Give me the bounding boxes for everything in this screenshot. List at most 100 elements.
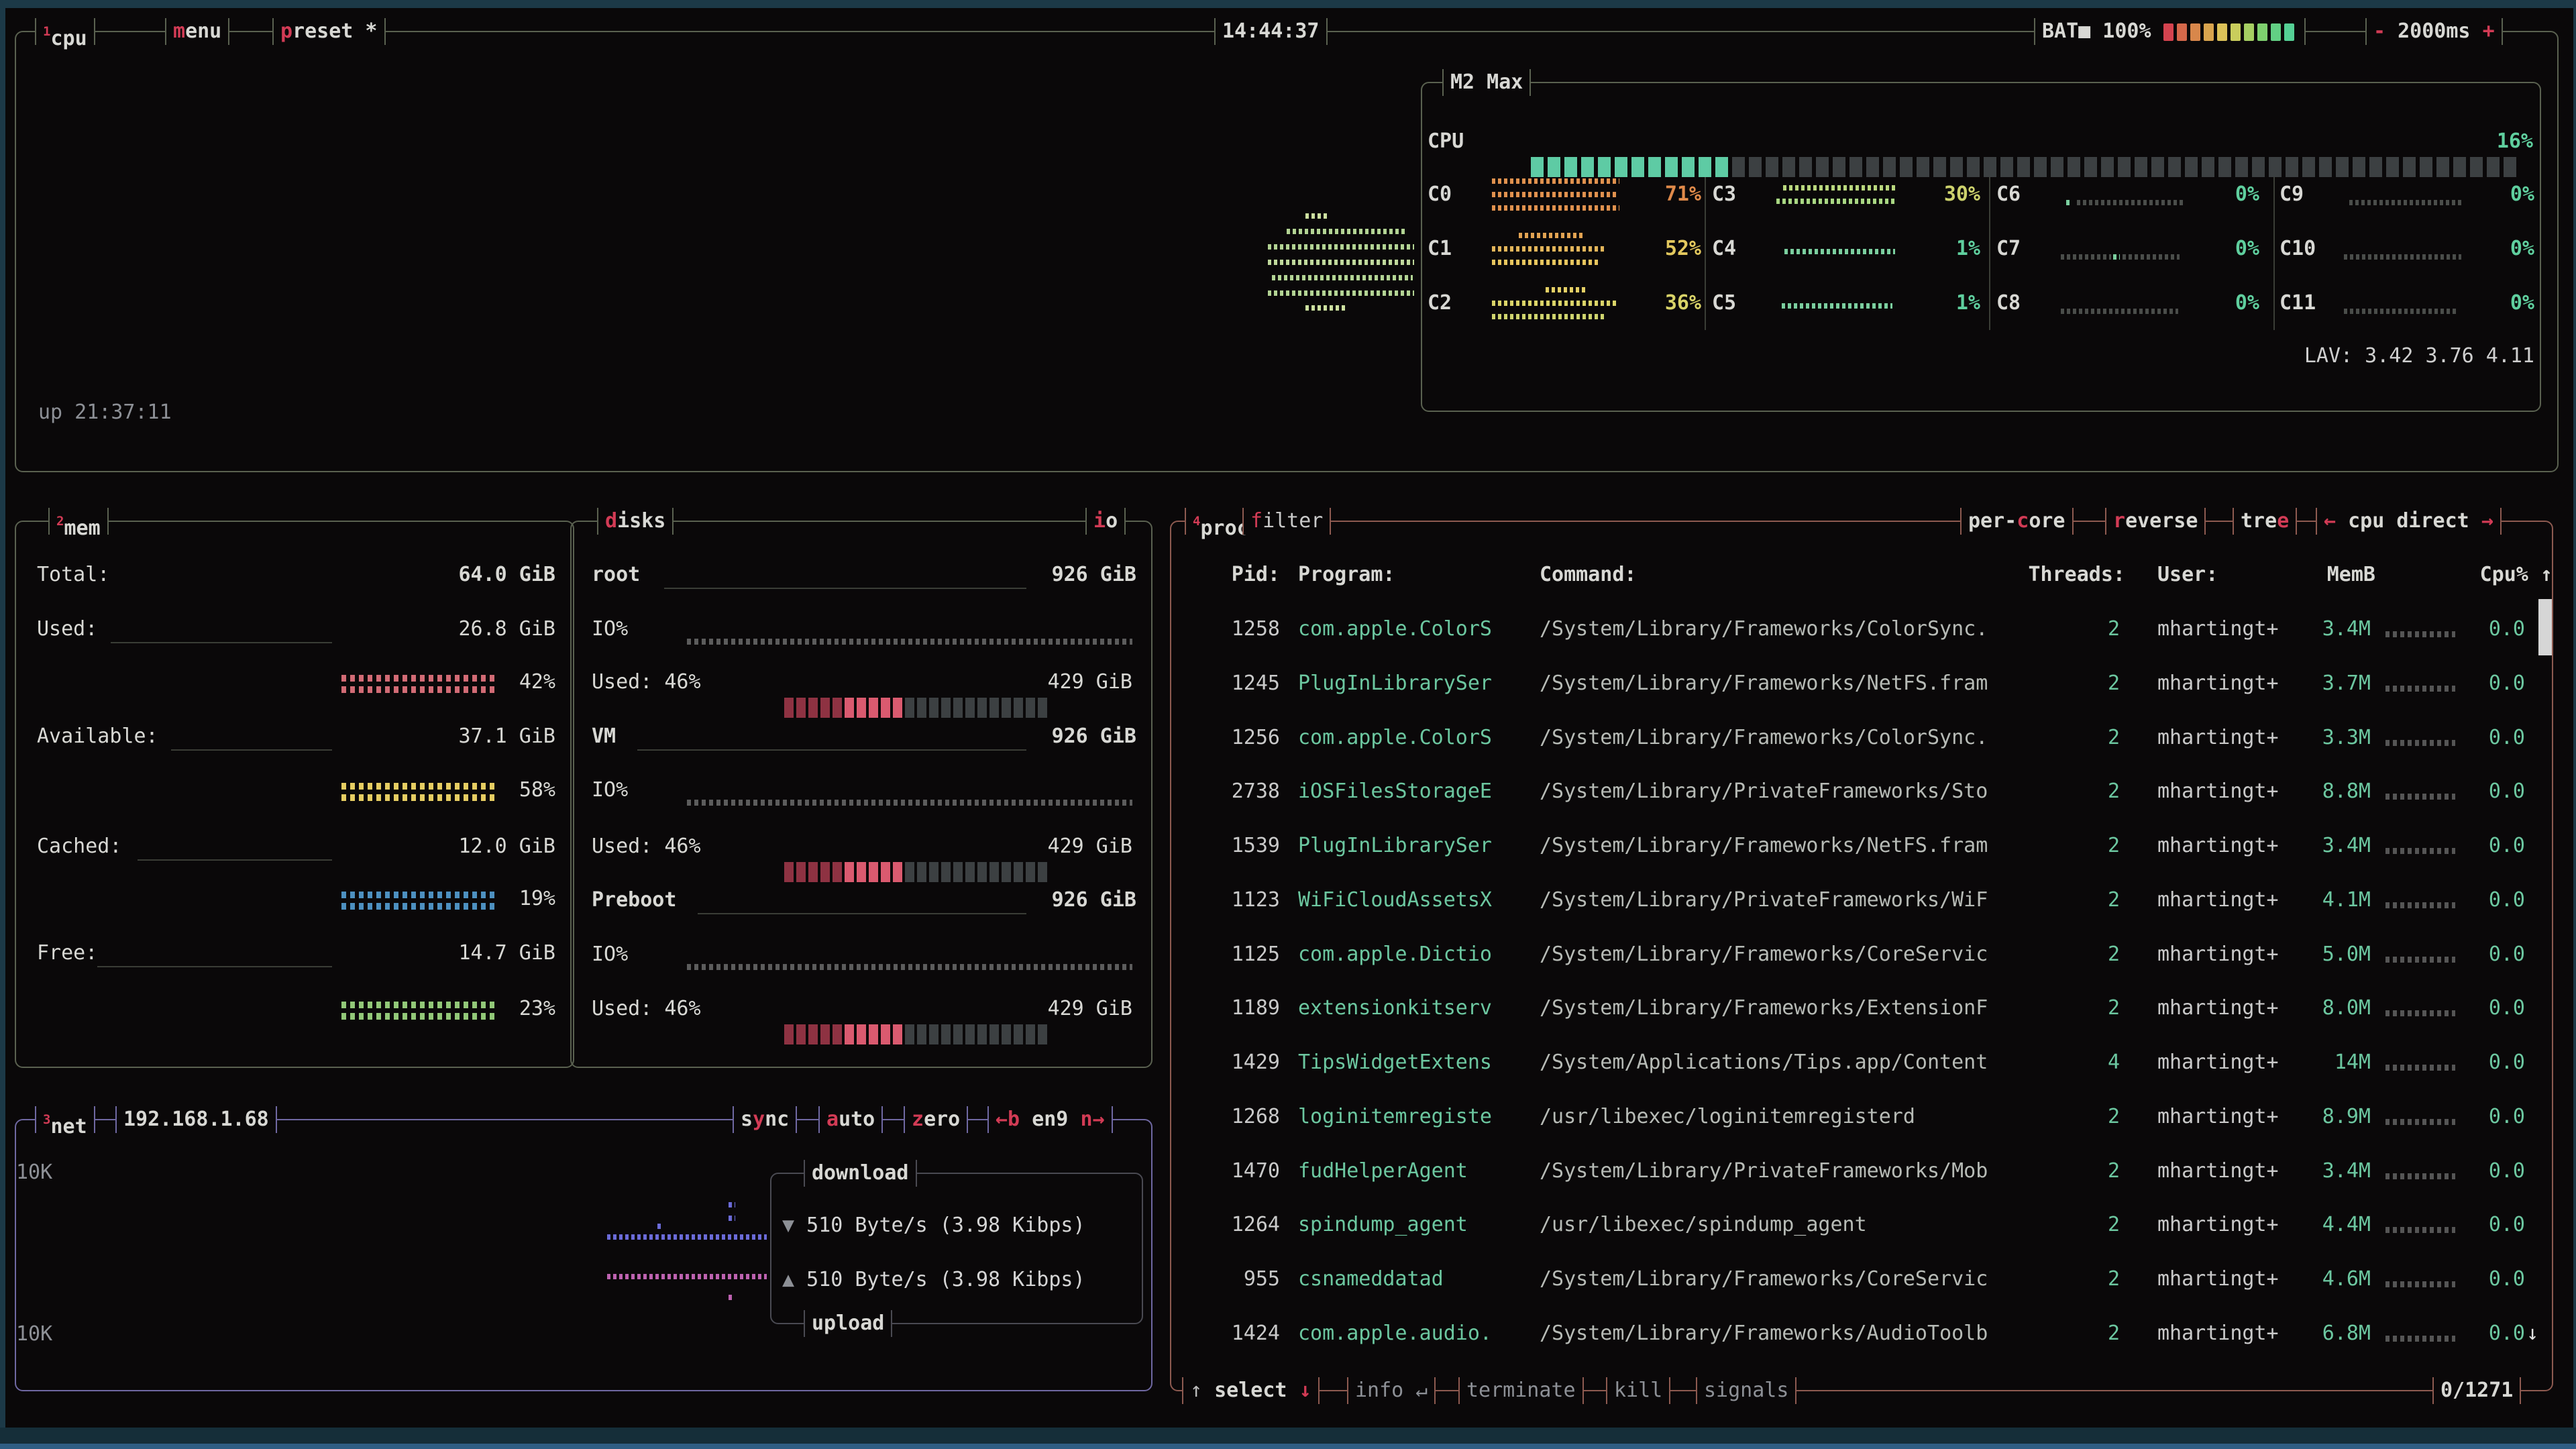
frame-right xyxy=(2573,0,2576,1428)
preset-button[interactable]: preset * xyxy=(272,18,386,45)
core-usage-pct: 30% xyxy=(1903,182,1980,207)
col-memb[interactable]: MemB xyxy=(2294,562,2375,588)
mem-free-pct: 23% xyxy=(496,996,555,1022)
proc-percore-toggle[interactable]: per-core xyxy=(1960,508,2074,535)
sort-next-icon[interactable]: → xyxy=(2481,509,2493,533)
update-interval-control[interactable]: - 2000ms + xyxy=(2365,18,2503,45)
mem-free-value: 14.7 GiB xyxy=(335,941,555,966)
proc-signals-button[interactable]: signals xyxy=(1696,1377,1796,1404)
proc-info-button[interactable]: info ↵ xyxy=(1347,1377,1436,1404)
tab-disks[interactable]: disks xyxy=(597,508,674,535)
scroll-more-icon[interactable]: ↓ xyxy=(2526,1321,2538,1346)
net-auto-button[interactable]: auto xyxy=(818,1106,883,1133)
battery-block xyxy=(2177,23,2187,41)
col-pid[interactable]: Pid: xyxy=(1201,562,1280,588)
core-usage-pct: 1% xyxy=(1903,290,1980,316)
net-zero-button[interactable]: zero xyxy=(904,1106,968,1133)
core-label: C10 xyxy=(2279,236,2316,262)
proc-terminate-button[interactable]: terminate xyxy=(1458,1377,1584,1404)
load-average: LAV: 3.42 3.76 4.11 xyxy=(2267,343,2534,369)
frame-left xyxy=(0,0,5,1428)
core-label: C11 xyxy=(2279,290,2316,316)
proc-selection-count: 0/1271 xyxy=(2432,1377,2521,1404)
net-sync-button[interactable]: sync xyxy=(733,1106,797,1133)
proc-select-control[interactable]: ↑ select ↓ xyxy=(1182,1377,1320,1404)
battery-block xyxy=(2231,23,2241,41)
battery-meter xyxy=(2163,19,2298,43)
core-usage-graph xyxy=(2344,284,2475,322)
core-label: C3 xyxy=(1712,182,1736,207)
core-usage-graph xyxy=(2061,230,2192,268)
menu-button[interactable]: menu xyxy=(165,18,229,45)
mem-available-pct: 58% xyxy=(496,777,555,803)
iface-next-button[interactable]: n→ xyxy=(1080,1108,1104,1131)
core-usage-pct: 52% xyxy=(1624,236,1701,262)
core-usage-graph xyxy=(2061,176,2192,213)
proc-sort-selector[interactable]: ← cpu direct → xyxy=(2316,508,2502,535)
sort-prev-icon[interactable]: ← xyxy=(2324,509,2336,533)
interval-increase-button[interactable]: + xyxy=(2483,19,2495,43)
proc-filter-button[interactable]: filter xyxy=(1242,508,1331,535)
disk-name: VM xyxy=(592,724,616,749)
mem-used-meter xyxy=(341,675,497,693)
col-command[interactable]: Command: xyxy=(1540,562,1637,588)
tab-cpu[interactable]: 1cpu xyxy=(35,18,95,45)
mem-free-meter xyxy=(341,1002,497,1020)
net-axis-top: 10K xyxy=(16,1160,52,1185)
io-mode-button[interactable]: io xyxy=(1085,508,1126,535)
col-program[interactable]: Program: xyxy=(1298,562,1395,588)
proc-kill-button[interactable]: kill xyxy=(1606,1377,1670,1404)
net-interface-switcher[interactable]: ←b en9 n→ xyxy=(987,1106,1113,1133)
disk-io-label: IO% xyxy=(592,777,628,803)
mem-available-value: 37.1 GiB xyxy=(335,724,555,749)
disk-used-value: 429 GiB xyxy=(1033,669,1132,695)
core-usage-graph xyxy=(2344,176,2475,213)
battery-block xyxy=(2257,23,2267,41)
proc-reverse-toggle[interactable]: reverse xyxy=(2105,508,2206,535)
disk-size: 926 GiB xyxy=(939,724,1136,749)
proc-scrollbar[interactable] xyxy=(2538,599,2552,655)
mem-free-label: Free: xyxy=(37,941,97,966)
core-label: C4 xyxy=(1712,236,1736,262)
mem-total-value: 64.0 GiB xyxy=(335,562,555,588)
net-ip-address: 192.168.1.68 xyxy=(115,1106,277,1133)
core-usage-graph xyxy=(2061,284,2192,322)
core-label: C5 xyxy=(1712,290,1736,316)
proc-tree-toggle[interactable]: tree xyxy=(2233,508,2297,535)
frame-top xyxy=(0,0,2576,8)
tab-net[interactable]: 3net xyxy=(35,1106,95,1133)
disk-io-label: IO% xyxy=(592,942,628,967)
mem-cached-label: Cached: xyxy=(37,834,121,859)
col-threads[interactable]: Threads: xyxy=(2026,562,2125,588)
core-usage-graph xyxy=(1492,284,1623,322)
disks-panel: disks io xyxy=(570,521,1152,1068)
disk-size: 926 GiB xyxy=(939,562,1136,588)
battery-block xyxy=(2204,23,2214,41)
core-usage-pct: 0% xyxy=(2182,236,2259,262)
interval-decrease-button[interactable]: - xyxy=(2373,19,2385,43)
net-io-box: download upload xyxy=(770,1173,1143,1324)
disk-used-meter xyxy=(736,999,1047,1075)
tab-mem[interactable]: 2mem xyxy=(48,508,109,535)
col-cpu[interactable]: Cpu% ↑ xyxy=(2442,562,2553,588)
col-user[interactable]: User: xyxy=(2157,562,2218,588)
core-usage-pct: 71% xyxy=(1624,182,1701,207)
core-label: C2 xyxy=(1428,290,1452,316)
upload-arrow-icon: ▲ xyxy=(782,1268,794,1291)
upload-rate: ▲ 510 Byte/s (3.98 Kibps) xyxy=(782,1267,1085,1293)
chip-name: M2 Max xyxy=(1442,69,1531,96)
iface-prev-button[interactable]: ←b xyxy=(996,1108,1020,1131)
disk-used-value: 429 GiB xyxy=(1033,996,1132,1022)
mem-available-meter xyxy=(341,783,497,801)
core-usage-pct: 36% xyxy=(1624,290,1701,316)
core-usage-graph xyxy=(1776,284,1907,322)
disk-size: 926 GiB xyxy=(939,888,1136,913)
core-usage-pct: 0% xyxy=(2182,290,2259,316)
mem-used-value: 26.8 GiB xyxy=(335,616,555,642)
btop-monitor: 1cpu menu preset * 14:44:37 BAT■ 100% - … xyxy=(0,0,2576,1449)
download-rate: ▼ 510 Byte/s (3.98 Kibps) xyxy=(782,1213,1085,1238)
mem-used-pct: 42% xyxy=(496,669,555,695)
core-label: C7 xyxy=(1996,236,2021,262)
disk-io-meter xyxy=(687,964,1132,970)
core-usage-graph xyxy=(1492,176,1623,213)
